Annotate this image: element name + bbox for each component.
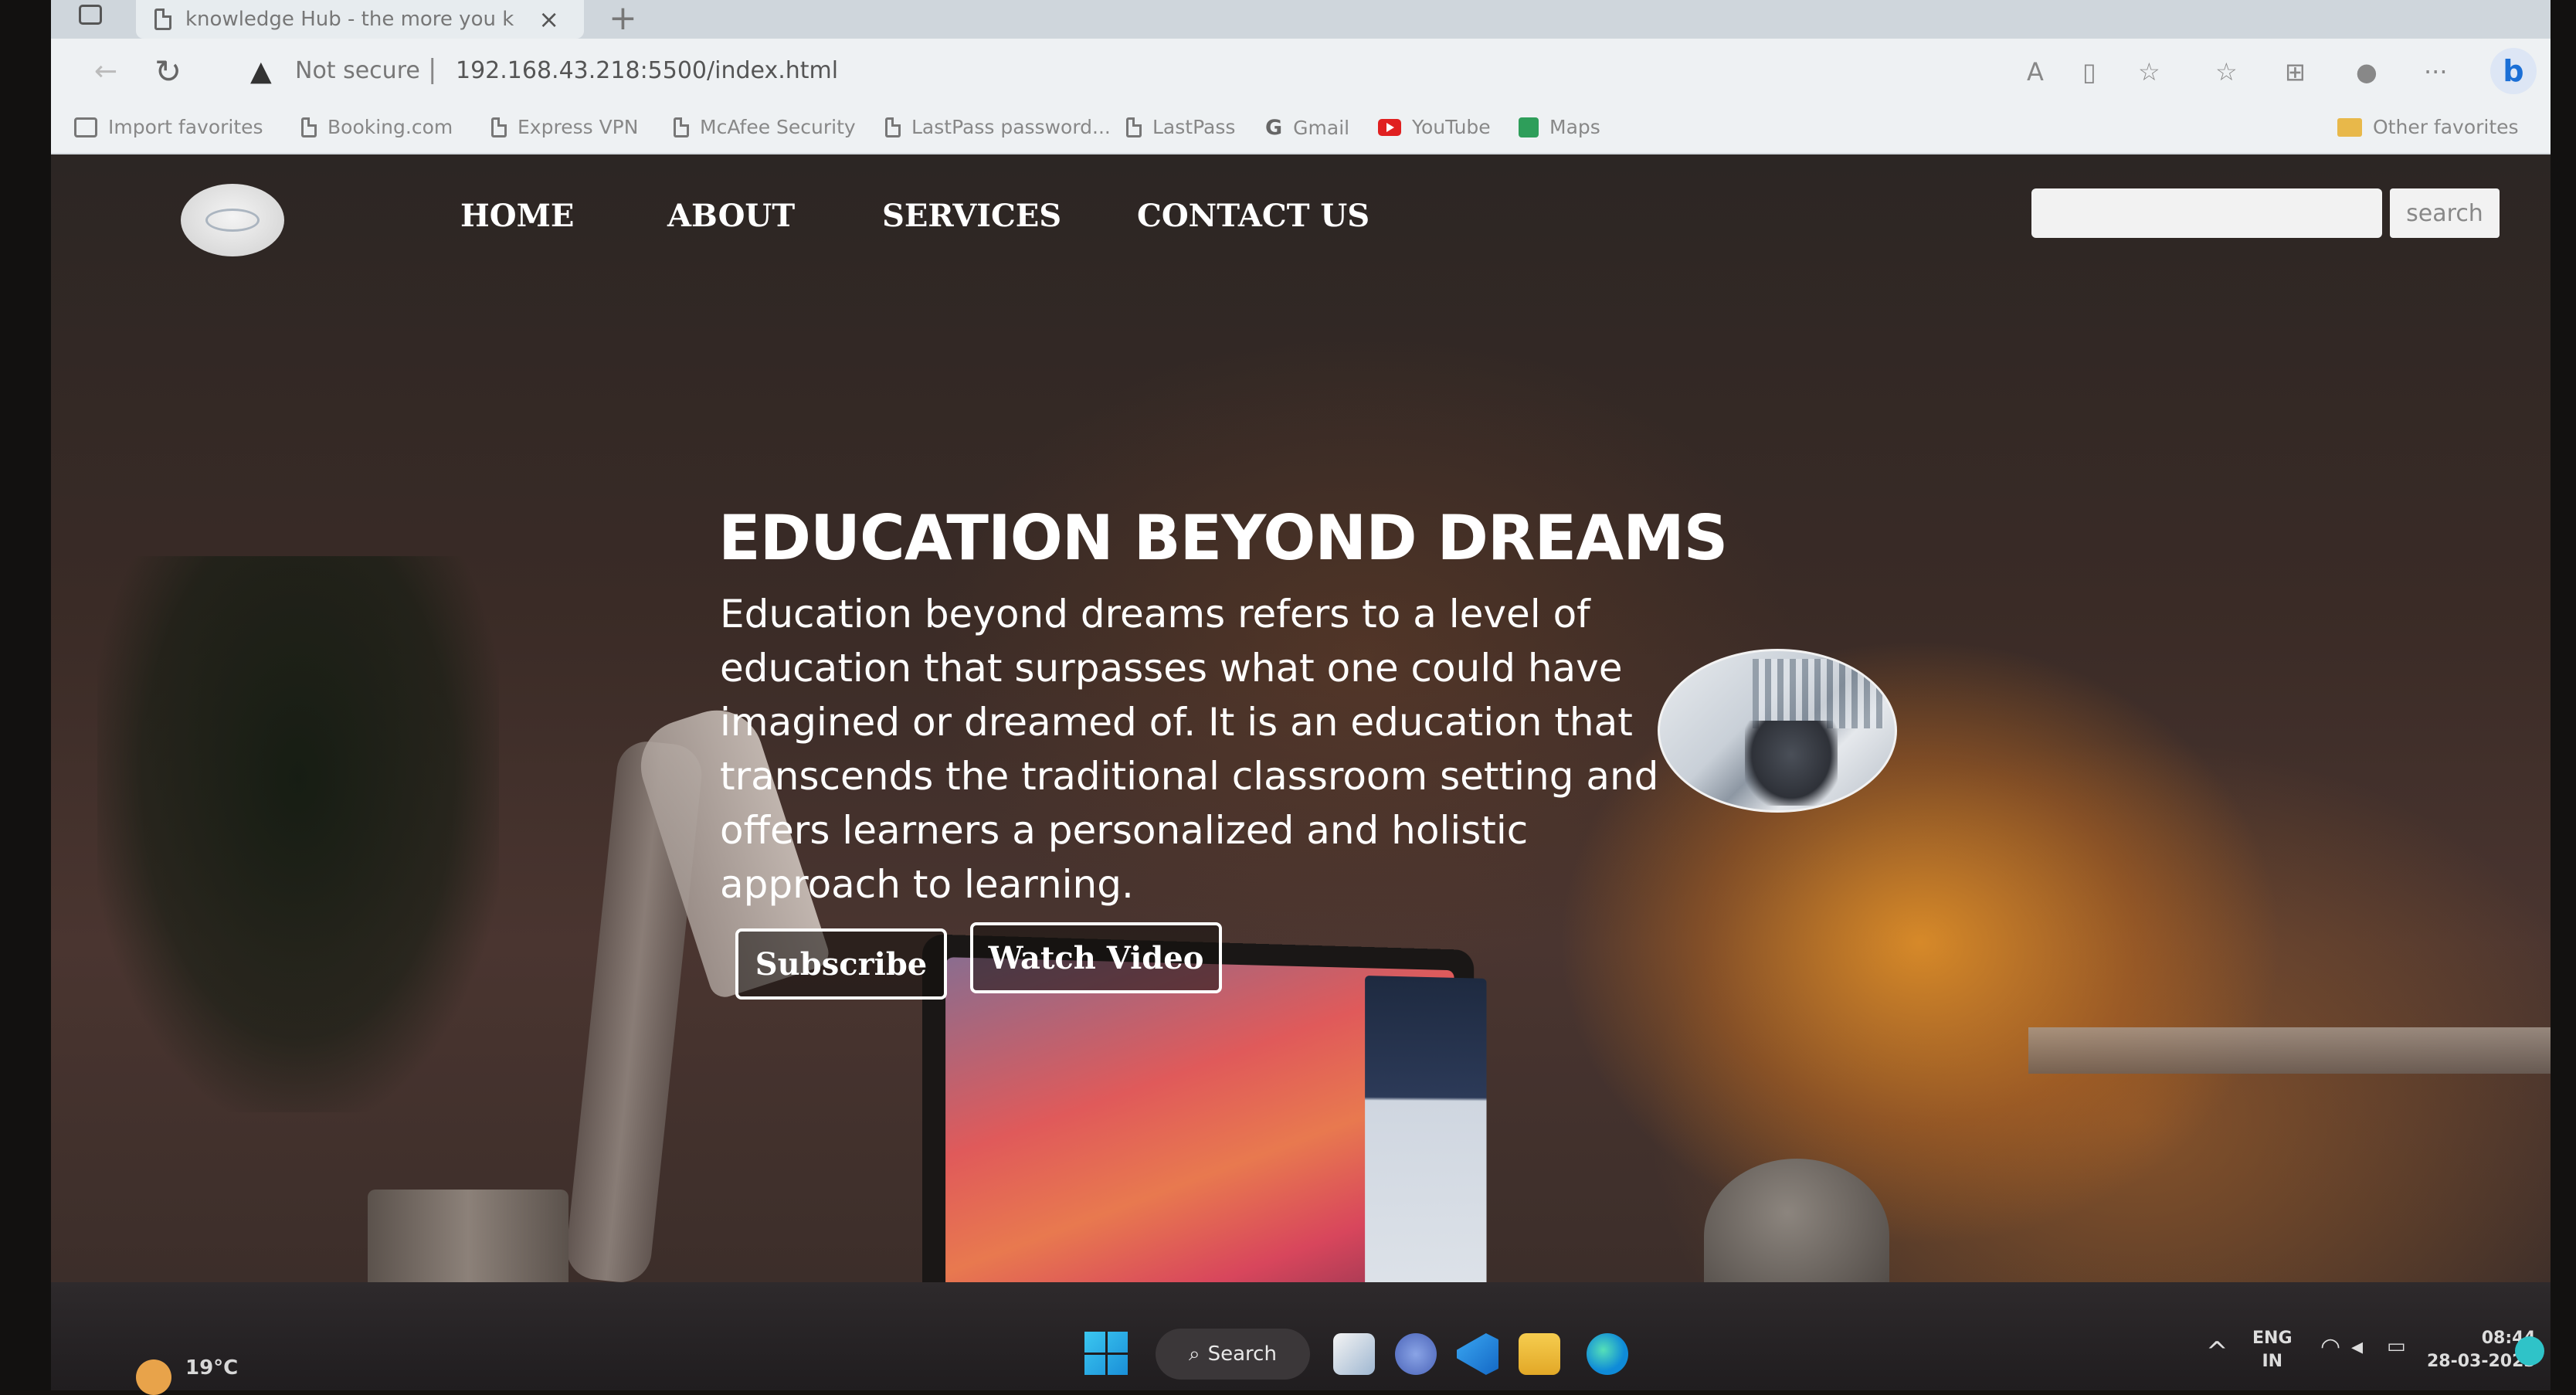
page-icon bbox=[301, 117, 317, 137]
hero-image bbox=[1658, 649, 1897, 813]
youtube-icon bbox=[1378, 118, 1401, 136]
reload-icon[interactable]: ↻ bbox=[154, 53, 182, 90]
page-icon bbox=[154, 8, 171, 30]
favorite-booking[interactable]: Booking.com bbox=[301, 116, 453, 138]
site-logo[interactable] bbox=[181, 184, 284, 256]
url-field[interactable]: 192.168.43.218:5500/index.html bbox=[456, 57, 838, 84]
favorite-gmail[interactable]: G Gmail bbox=[1265, 116, 1349, 140]
favorite-label: YouTube bbox=[1412, 116, 1491, 138]
nav-about[interactable]: ABOUT bbox=[667, 198, 795, 234]
watch-video-button[interactable]: Watch Video bbox=[970, 922, 1222, 993]
hero-image-bookshelf bbox=[1753, 659, 1884, 728]
language-code: ENG bbox=[2252, 1329, 2293, 1348]
security-status[interactable]: Not secure bbox=[295, 57, 420, 84]
battery-icon[interactable]: ▭ bbox=[2387, 1335, 2406, 1358]
hero-image-person bbox=[1745, 721, 1838, 806]
background-plant bbox=[97, 556, 499, 1112]
taskbar-search-button[interactable]: ⌕ Search bbox=[1156, 1329, 1310, 1380]
task-view-icon[interactable] bbox=[1333, 1333, 1375, 1375]
favorite-label: Import favorites bbox=[108, 116, 263, 138]
favorite-import[interactable]: Import favorites bbox=[74, 116, 263, 138]
favorite-label: LastPass password... bbox=[911, 116, 1111, 138]
search-icon: ⌕ bbox=[1189, 1342, 1200, 1366]
favorites-icon[interactable]: ☆ bbox=[2215, 57, 2238, 87]
google-icon: G bbox=[1265, 116, 1283, 140]
logo-mark-icon bbox=[205, 209, 260, 232]
new-tab-button[interactable]: + bbox=[609, 0, 637, 38]
favorites-bar: Import favorites Booking.com Express VPN… bbox=[51, 105, 2551, 154]
hero-title: EDUCATION BEYOND DREAMS bbox=[718, 502, 1728, 574]
weather-icon[interactable] bbox=[136, 1359, 171, 1395]
tab-title: knowledge Hub - the more you k bbox=[185, 8, 514, 31]
favorite-label: LastPass bbox=[1152, 116, 1236, 138]
warning-icon[interactable]: ▲ bbox=[250, 56, 272, 87]
notifications-icon[interactable] bbox=[2515, 1336, 2544, 1366]
page-icon bbox=[1126, 117, 1142, 137]
volume-icon[interactable]: ◂ bbox=[2351, 1333, 2363, 1360]
edge-browser-icon[interactable] bbox=[1587, 1333, 1628, 1375]
windows-taskbar: 19°C ⌕ Search ^ ENG IN ◠ ◂ ▭ 08:44 28-03… bbox=[51, 1282, 2551, 1395]
weather-temperature[interactable]: 19°C bbox=[185, 1356, 238, 1380]
chat-icon[interactable] bbox=[1395, 1333, 1437, 1375]
folder-icon bbox=[2337, 117, 2362, 137]
collections-icon[interactable]: ⊞ bbox=[2285, 57, 2306, 87]
back-arrow-icon[interactable]: ← bbox=[94, 56, 117, 87]
favorite-maps[interactable]: Maps bbox=[1519, 116, 1600, 138]
background-speaker bbox=[1704, 1159, 1889, 1282]
tab-close-icon[interactable]: × bbox=[538, 5, 559, 34]
wifi-icon[interactable]: ◠ bbox=[2320, 1333, 2340, 1360]
search-input[interactable] bbox=[2031, 188, 2382, 238]
other-favorites-label: Other favorites bbox=[2373, 116, 2519, 138]
other-favorites[interactable]: Other favorites bbox=[2337, 116, 2519, 138]
browser-window: knowledge Hub - the more you k × + ← ↻ ▲… bbox=[51, 0, 2551, 1282]
add-favorite-icon[interactable]: ☆ bbox=[2138, 57, 2160, 87]
favorite-youtube[interactable]: YouTube bbox=[1378, 116, 1491, 138]
background-laptop-screen bbox=[945, 957, 1487, 1282]
read-aloud-icon[interactable]: A bbox=[2027, 57, 2044, 87]
page-icon bbox=[491, 117, 507, 137]
favorite-lastpass[interactable]: LastPass bbox=[1126, 116, 1235, 138]
address-bar-row: ← ↻ ▲ Not secure | 192.168.43.218:5500/i… bbox=[51, 39, 2551, 105]
profile-icon[interactable]: ● bbox=[2356, 57, 2377, 87]
input-language-indicator[interactable]: ENG IN bbox=[2252, 1327, 2293, 1373]
immersive-reader-icon[interactable]: ▯ bbox=[2082, 57, 2096, 87]
import-icon bbox=[74, 117, 97, 137]
favorite-label: Maps bbox=[1549, 116, 1600, 138]
taskbar-search-label: Search bbox=[1207, 1342, 1277, 1366]
more-menu-icon[interactable]: ··· bbox=[2424, 57, 2448, 87]
page-icon bbox=[885, 117, 901, 137]
tray-overflow-chevron-icon[interactable]: ^ bbox=[2206, 1336, 2228, 1367]
favorite-express-vpn[interactable]: Express VPN bbox=[491, 116, 638, 138]
tab-strip: knowledge Hub - the more you k × + bbox=[51, 0, 2551, 39]
background-laptop-window bbox=[1365, 975, 1487, 1282]
browser-tab-active[interactable]: knowledge Hub - the more you k × bbox=[136, 0, 584, 39]
vscode-icon[interactable] bbox=[1457, 1333, 1498, 1375]
workspaces-icon[interactable] bbox=[79, 5, 102, 25]
favorite-lastpass-password[interactable]: LastPass password... bbox=[885, 116, 1111, 138]
favorite-label: McAfee Security bbox=[700, 116, 856, 138]
nav-contact-us[interactable]: CONTACT US bbox=[1137, 198, 1369, 234]
favorite-mcafee[interactable]: McAfee Security bbox=[674, 116, 856, 138]
address-separator: | bbox=[428, 54, 437, 85]
hero-description: Education beyond dreams refers to a leve… bbox=[720, 592, 1659, 907]
background-shelf bbox=[2028, 1027, 2551, 1074]
desktop-screen: knowledge Hub - the more you k × + ← ↻ ▲… bbox=[0, 0, 2576, 1395]
background-pot bbox=[368, 1190, 568, 1282]
page-icon bbox=[674, 117, 689, 137]
file-explorer-icon[interactable] bbox=[1519, 1333, 1560, 1375]
nav-home[interactable]: HOME bbox=[460, 198, 574, 234]
maps-icon bbox=[1519, 117, 1539, 137]
nav-services[interactable]: SERVICES bbox=[882, 198, 1061, 234]
bing-icon[interactable]: b bbox=[2490, 48, 2537, 94]
subscribe-button[interactable]: Subscribe bbox=[735, 928, 947, 1000]
region-code: IN bbox=[2262, 1352, 2283, 1371]
favorite-label: Express VPN bbox=[518, 116, 639, 138]
start-button[interactable] bbox=[1084, 1332, 1128, 1375]
favorite-label: Gmail bbox=[1293, 117, 1350, 139]
page-viewport: HOME ABOUT SERVICES CONTACT US search ED… bbox=[51, 154, 2551, 1282]
favorite-label: Booking.com bbox=[328, 116, 453, 138]
search-button[interactable]: search bbox=[2390, 188, 2500, 238]
